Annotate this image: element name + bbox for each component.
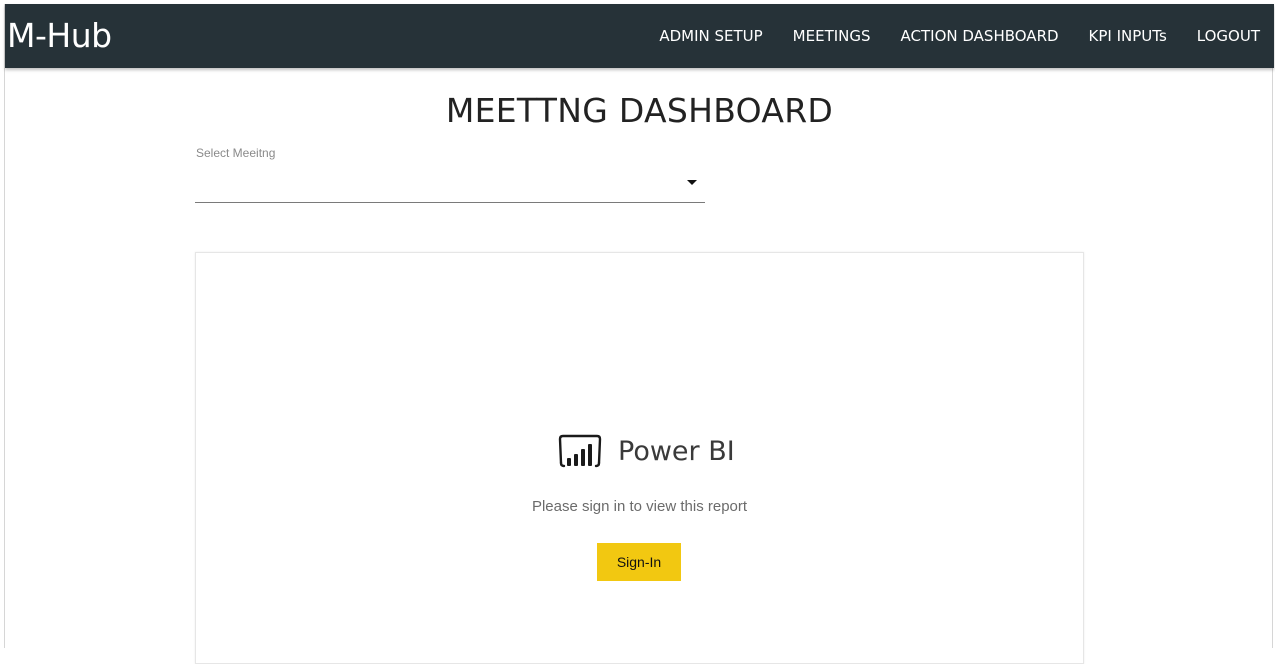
- meeting-select[interactable]: [195, 166, 705, 203]
- signin-message: Please sign in to view this report: [531, 498, 748, 515]
- top-navbar: M-Hub ADMIN SETUP MEETINGS ACTION DASHBO…: [5, 4, 1274, 68]
- brand-logo[interactable]: M-Hub: [7, 17, 112, 55]
- nav-link-action-dashboard[interactable]: ACTION DASHBOARD: [901, 27, 1059, 45]
- power-bi-icon: [558, 434, 602, 468]
- power-bi-logo: Power BI: [557, 433, 735, 469]
- page-title: MEETTNG DASHBOARD: [445, 91, 834, 130]
- power-bi-name: Power BI: [618, 435, 735, 467]
- page-frame: M-Hub ADMIN SETUP MEETINGS ACTION DASHBO…: [4, 4, 1274, 664]
- nav-link-logout[interactable]: LOGOUT: [1197, 27, 1260, 45]
- nav-link-kpi-inputs[interactable]: KPI INPUTs: [1089, 27, 1167, 45]
- nav-link-meetings[interactable]: MEETINGS: [793, 27, 871, 45]
- nav-links: ADMIN SETUP MEETINGS ACTION DASHBOARD KP…: [629, 4, 1260, 68]
- power-bi-report-frame: Power BI Please sign in to view this rep…: [195, 252, 1084, 664]
- signin-button[interactable]: Sign-In: [597, 543, 681, 581]
- meeting-select-label: Select Meeitng: [196, 146, 276, 160]
- caret-down-icon[interactable]: [687, 180, 697, 185]
- meeting-select-group: Select Meeitng: [195, 146, 705, 203]
- nav-link-admin-setup[interactable]: ADMIN SETUP: [659, 27, 762, 45]
